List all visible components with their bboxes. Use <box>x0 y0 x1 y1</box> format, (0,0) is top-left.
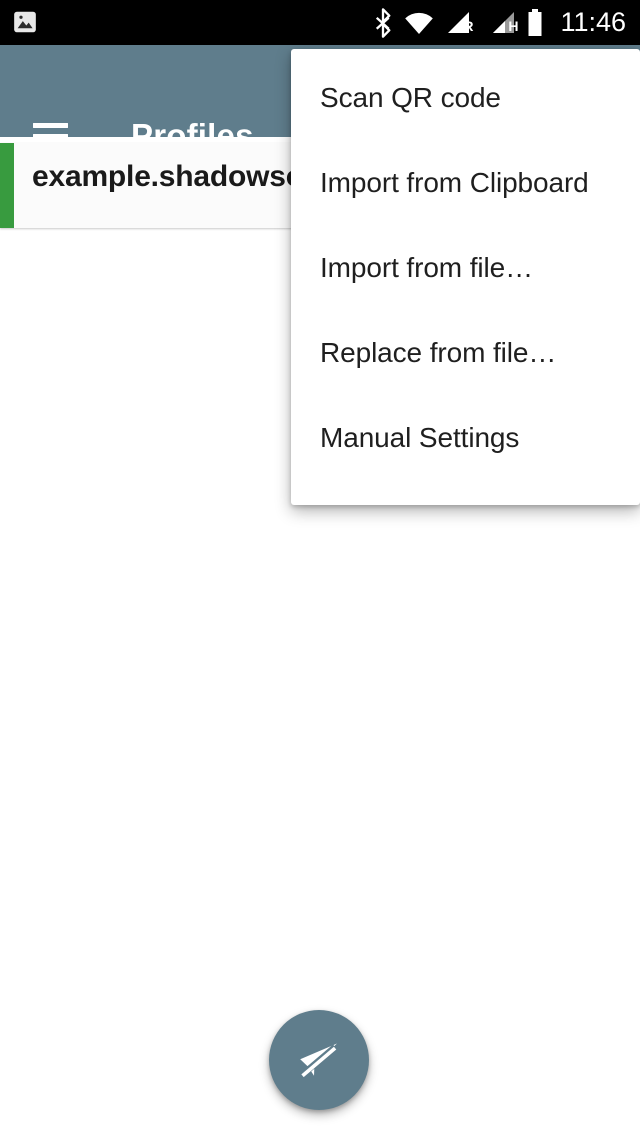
hspa-signal-icon: H <box>490 11 519 35</box>
roaming-letter-label: R <box>463 17 474 34</box>
status-bar-right-icons: R H 11:46 <box>373 0 626 45</box>
connect-toggle-fab[interactable] <box>269 1010 369 1110</box>
menu-item-manual-settings[interactable]: Manual Settings <box>291 395 640 480</box>
menu-item-import-from-clipboard[interactable]: Import from Clipboard <box>291 140 640 225</box>
menu-item-import-from-file[interactable]: Import from file… <box>291 225 640 310</box>
photo-notification-icon <box>10 7 40 37</box>
menu-item-label: Scan QR code <box>320 81 501 113</box>
bluetooth-icon <box>373 7 393 38</box>
hspa-letter-label: H <box>508 17 519 34</box>
battery-icon <box>527 8 543 37</box>
app-screen: R H 11:46 Profiles example.shadowsocks.o… <box>0 0 640 1138</box>
menu-item-label: Replace from file… <box>320 336 557 368</box>
menu-item-scan-qr-code[interactable]: Scan QR code <box>291 55 640 140</box>
menu-item-label: Import from file… <box>320 251 534 283</box>
roaming-signal-icon: R <box>445 11 474 35</box>
menu-item-label: Manual Settings <box>320 421 520 453</box>
status-bar-left-icons <box>10 7 40 37</box>
menu-item-replace-from-file[interactable]: Replace from file… <box>291 310 640 395</box>
status-bar: R H 11:46 <box>0 0 640 45</box>
paper-plane-slash-icon <box>296 1037 342 1083</box>
menu-item-label: Import from Clipboard <box>320 166 589 198</box>
status-bar-clock: 11:46 <box>560 7 626 37</box>
menu-icon-line-1 <box>33 123 68 128</box>
wifi-icon <box>404 11 434 35</box>
profile-accent-bar <box>0 143 14 228</box>
overflow-menu: Scan QR code Import from Clipboard Impor… <box>291 49 640 505</box>
